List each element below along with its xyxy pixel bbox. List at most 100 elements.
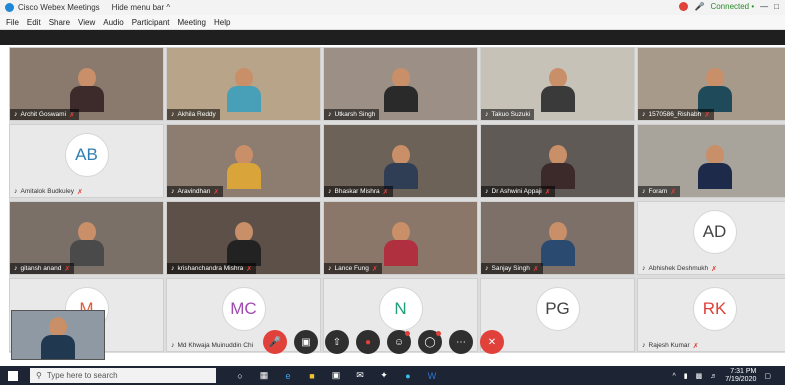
participant-tile[interactable]: ♪ gitansh anand ✗ [9,201,164,275]
mute-button[interactable]: 🎤 [263,330,287,354]
participant-initials-avatar: MC [221,287,266,331]
more-button[interactable]: ⋯ [449,330,473,354]
menu-audio[interactable]: Audio [103,18,123,27]
video-button[interactable]: ▣ [294,330,318,354]
restore-button[interactable]: □ [774,2,779,11]
photos-icon[interactable]: ✦ [378,370,390,382]
participant-tile[interactable]: ♪ krishanchandra Mishra ✗ [166,201,321,275]
edge-icon[interactable]: e [282,370,294,382]
participant-tile[interactable]: ♪ Bhaskar Mishra ✗ [323,124,478,198]
muted-microphone-icon: ✗ [213,188,220,196]
participant-name: Dr Ashwini Appaji [491,188,542,195]
participant-tile[interactable]: ♪ Lance Fung ✗ [323,201,478,275]
search-icon: ⚲ [36,371,42,380]
system-tray: ^ ▮ ▩ ♬ 7:31 PM 7/19/2020 ▢ [672,368,771,384]
participant-label: ♪ Aravindhan ✗ [167,186,224,197]
chat-button[interactable]: ◯ [418,330,442,354]
participant-name: Rajesh Kumar [648,342,690,349]
participant-video [540,145,575,189]
participant-tile[interactable]: AB ♪ Amitalok Budkuley ✗ [9,124,164,198]
word-icon[interactable]: W [426,370,438,382]
connection-icon: ♪ [485,188,489,195]
clock[interactable]: 7:31 PM 7/19/2020 [725,368,756,384]
participant-name: Bhaskar Mishra [334,188,380,195]
record-icon: ● [364,336,372,348]
connection-icon: ♪ [328,188,332,195]
participant-tile[interactable]: ♪ Archit Goswami ✗ [9,47,164,121]
menu-meeting[interactable]: Meeting [178,18,206,27]
connection-icon: ♪ [171,111,175,118]
participant-tile[interactable]: ♪ Utkarsh Singh [323,47,478,121]
task-view-icon[interactable]: ▦ [258,370,270,382]
participant-name: 1570586_Rishabh [648,111,702,118]
participant-tile[interactable]: RK ♪ Rajesh Kumar ✗ [637,278,785,352]
participant-tile[interactable]: ♪ 1570586_Rishabh ✗ [637,47,785,121]
leave-meeting-button[interactable]: ✕ [480,330,504,354]
minimize-button[interactable]: — [760,2,768,11]
participant-name: Abhishek Deshmukh [648,265,709,272]
clock-date: 7/19/2020 [725,376,757,383]
participant-label: ♪ Bhaskar Mishra ✗ [324,186,393,197]
participant-name: Amitalok Budkuley [20,188,74,195]
muted-microphone-icon: ✗ [69,111,75,119]
participants-button[interactable]: ☺ [387,330,411,354]
participant-initials-avatar: AB [64,133,109,177]
recording-icon [679,2,689,11]
more-icon: ⋯ [456,336,466,348]
participant-video [383,222,418,266]
participant-tile[interactable]: ♪ Akhila Reddy [166,47,321,121]
meeting-controls: 🎤 ▣ ⇧ ● ☺ ◯ ⋯ ✕ [263,330,504,354]
title-bar: Cisco Webex Meetings Hide menu bar ^ 🎤 C… [0,0,785,15]
participant-tile[interactable]: ♪ Dr Ashwini Appaji ✗ [480,124,635,198]
participant-name: Akhila Reddy [177,111,216,118]
participant-tile[interactable]: ♪ Foram ✗ [637,124,785,198]
title-bar-right: 🎤 Connected • — □ [679,2,779,11]
participant-initials-avatar: PG [535,287,580,331]
participant-label: ♪ krishanchandra Mishra ✗ [167,263,257,274]
notifications-icon[interactable]: ▢ [764,372,771,380]
self-view-video[interactable] [11,310,105,360]
mail-icon[interactable]: ✉ [354,370,366,382]
menu-file[interactable]: File [6,18,19,27]
participant-label: ♪ Foram ✗ [638,186,681,197]
webex-taskbar-icon[interactable]: ● [402,370,414,382]
menu-help[interactable]: Help [214,18,230,27]
participant-tile[interactable]: ♪ Aravindhan ✗ [166,124,321,198]
participant-label: ♪ Amitalok Budkuley ✗ [10,186,87,197]
record-button[interactable]: ● [356,330,380,354]
participant-label: ♪ Md Khwaja Muinuddin Chi [167,340,257,351]
battery-icon[interactable]: ▮ [684,372,688,380]
network-icon[interactable]: ▩ [696,372,703,380]
connection-icon: ♪ [14,188,18,195]
muted-microphone-icon: ✗ [704,111,711,119]
hide-menu-bar-link[interactable]: Hide menu bar ^ [112,3,170,12]
menu-participant[interactable]: Participant [132,18,170,27]
participant-label: ♪ Dr Ashwini Appaji ✗ [481,186,555,197]
participant-tile[interactable]: ♪ Takuo Suzuki [480,47,635,121]
file-explorer-icon[interactable]: ■ [306,370,318,382]
muted-microphone-icon: ✗ [64,265,71,273]
participant-video [540,68,575,112]
participant-label: ♪ Archit Goswami ✗ [10,109,79,120]
participant-video [383,68,418,112]
participant-name: Md Khwaja Muinuddin Chi [177,342,254,349]
cortana-icon[interactable]: ○ [234,370,246,382]
windows-start-icon[interactable] [8,370,18,381]
participant-label: ♪ Lance Fung ✗ [324,263,382,274]
chat-icon: ◯ [424,336,436,348]
menu-view[interactable]: View [78,18,95,27]
muted-microphone-icon: ✗ [246,265,253,273]
taskbar-search[interactable]: ⚲ Type here to search [30,368,216,383]
connection-icon: ♪ [485,265,489,272]
participant-label: ♪ gitansh anand ✗ [10,263,75,274]
participant-initials-avatar: N [378,287,423,331]
tray-chevron-icon[interactable]: ^ [672,373,675,380]
participant-tile[interactable]: AD ♪ Abhishek Deshmukh ✗ [637,201,785,275]
share-button[interactable]: ⇧ [325,330,349,354]
menu-share[interactable]: Share [49,18,70,27]
participant-tile[interactable]: ♪ Sanjay Singh ✗ [480,201,635,275]
store-icon[interactable]: ▣ [330,370,342,382]
connection-icon: ♪ [328,265,332,272]
menu-edit[interactable]: Edit [27,18,41,27]
volume-icon[interactable]: ♬ [710,373,717,380]
